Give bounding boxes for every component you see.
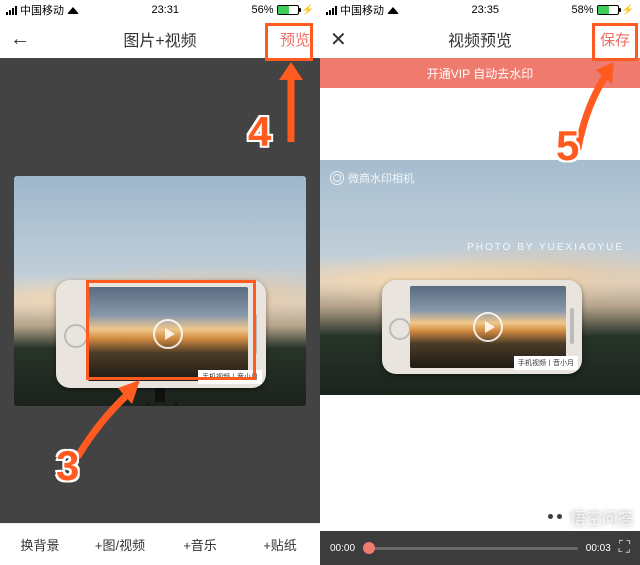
preview-button[interactable]: 预览 [280, 29, 310, 50]
close-icon[interactable]: ✕ [330, 27, 347, 52]
seek-thumb[interactable] [363, 542, 375, 554]
page-title: 视频预览 [320, 27, 640, 51]
time-total: 00:03 [586, 543, 611, 554]
save-button[interactable]: 保存 [600, 29, 630, 50]
battery-icon [597, 5, 619, 15]
play-icon[interactable] [153, 319, 183, 349]
page-title: 图片+视频 [0, 27, 320, 51]
app-watermark: 微商水印相机 [330, 170, 414, 186]
clock: 23:31 [151, 4, 179, 16]
bottom-toolbar: 换背景 +图/视频 +音乐 +贴纸 [0, 523, 320, 565]
battery-pct: 56% [252, 4, 274, 16]
wukong-watermark: 悟空问答 [544, 505, 634, 529]
progress-bar[interactable]: 00:00 00:03 ⛶ [320, 531, 640, 565]
play-icon[interactable] [473, 312, 503, 342]
vip-banner[interactable]: 开通VIP 自动去水印 [320, 58, 640, 88]
fullscreen-icon[interactable]: ⛶ [619, 539, 630, 557]
tripod [146, 388, 174, 406]
time-current: 00:00 [330, 543, 355, 554]
tool-bg[interactable]: 换背景 [0, 524, 80, 565]
tool-music[interactable]: +音乐 [160, 524, 240, 565]
status-bar: 中国移动 23:35 58% ⚡ [320, 0, 640, 20]
tool-media[interactable]: +图/视频 [80, 524, 160, 565]
charging-icon: ⚡ [622, 5, 634, 16]
battery-icon [277, 5, 299, 15]
tool-sticker[interactable]: +贴纸 [240, 524, 320, 565]
seek-track[interactable] [363, 547, 578, 550]
editor-canvas[interactable]: 手机视频丨音小月 [0, 58, 320, 523]
nav-bar: ← 图片+视频 预览 [0, 20, 320, 58]
video-overlay[interactable]: 手机视频丨音小月 [56, 280, 266, 388]
status-bar: 中国移动 23:31 56% ⚡ [0, 0, 320, 20]
carrier-text: 中国移动 [20, 2, 64, 18]
video-watermark: 手机视频丨音小月 [514, 356, 578, 370]
wifi-icon [67, 7, 79, 14]
video-overlay: 手机视频丨音小月 [382, 280, 582, 374]
video-preview[interactable]: 微商水印相机 PHOTO BY YUEXIAOYUE 手机视频丨音小月 [320, 160, 640, 395]
back-icon[interactable]: ← [10, 28, 30, 51]
photo-credit: PHOTO BY YUEXIAOYUE [467, 242, 624, 253]
charging-icon: ⚡ [302, 5, 314, 16]
wifi-icon [387, 7, 399, 14]
clock: 23:35 [471, 4, 499, 16]
video-watermark: 手机视频丨音小月 [198, 370, 262, 384]
carrier-text: 中国移动 [340, 2, 384, 18]
nav-bar: ✕ 视频预览 保存 [320, 20, 640, 58]
background-image: 手机视频丨音小月 [14, 176, 306, 406]
battery-pct: 58% [572, 4, 594, 16]
